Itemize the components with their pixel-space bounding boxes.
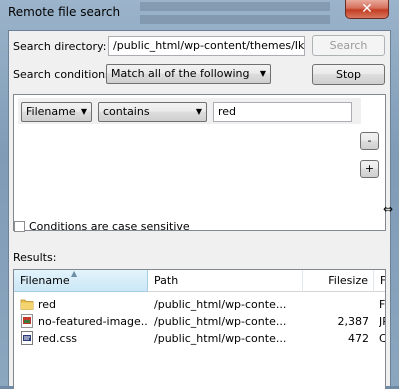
column-header-filetype[interactable]: Filetyp [374,270,385,292]
add-condition-button[interactable]: + [360,160,379,178]
case-sensitive-checkbox[interactable] [14,221,25,232]
conditions-dropdown-value: Match all of the following [111,67,250,80]
folder-icon [20,299,34,310]
condition-field-value: Filename [26,105,76,118]
window-title: Remote file search [8,5,121,19]
conditions-list: Filename ▼ contains ▼ red - + [13,94,386,231]
close-icon: ✕ [361,1,373,17]
row-path: /public_html/wp-conte... [154,315,287,328]
column-header-path[interactable]: Path [148,270,303,292]
search-button[interactable]: Search [312,35,385,56]
column-header-filesize[interactable]: Filesize [303,270,374,292]
row-filesize: 2,387 [337,315,370,328]
row-filetype: Casca [379,332,386,345]
search-directory-label: Search directory: [13,40,107,53]
row-path: /public_html/wp-conte... [154,298,287,311]
results-list[interactable]: ▲ Filename Path Filesize Filetyp red /pu… [13,269,386,389]
search-directory-input[interactable]: /public_html/wp-content/themes/Ikarus\ [108,36,305,56]
table-row[interactable]: red.css /public_html/wp-conte... 472 Cas… [14,330,386,347]
column-header-filename-label: Filename [20,274,70,287]
condition-value-input[interactable]: red [213,102,352,122]
results-label: Results: [13,251,57,264]
row-path: /public_html/wp-conte... [154,332,287,345]
resize-cursor-icon: ⇔ [383,202,394,216]
condition-field-dropdown[interactable]: Filename ▼ [21,102,92,122]
row-filesize [303,296,369,313]
condition-operator-value: contains [103,105,150,118]
table-row[interactable]: no-featured-image.... /public_html/wp-co… [14,313,385,330]
row-filetype: File fo [379,298,385,311]
close-button[interactable]: ✕ [345,0,389,19]
remove-condition-button[interactable]: - [360,132,379,150]
table-row[interactable]: red /public_html/wp-conte... File fo [14,296,385,313]
css-file-icon [21,331,33,345]
row-filename: no-featured-image.... [38,315,148,328]
sort-ascending-icon: ▲ [71,270,78,278]
case-sensitive-label: Conditions are case sensitive [29,220,190,233]
dialog-client: Search directory: /public_html/wp-conten… [8,30,391,389]
chevron-down-icon: ▼ [259,69,266,78]
row-filetype: JPG F [379,315,385,328]
jpg-file-icon [21,314,33,328]
search-conditions-label: Search conditions: [13,68,115,81]
column-header-filename[interactable]: ▲ Filename [14,270,148,292]
row-filename: red.css [38,332,78,345]
chevron-down-icon: ▼ [80,107,87,116]
background-window-blur [140,2,330,28]
row-filename: red [38,298,57,311]
conditions-dropdown[interactable]: Match all of the following ▼ [106,64,271,84]
window-frame: Remote file search ✕ Search directory: /… [0,0,399,389]
row-filesize: 472 [348,332,369,345]
chevron-down-icon: ▼ [195,107,202,116]
condition-operator-dropdown[interactable]: contains ▼ [98,102,207,122]
condition-row: Filename ▼ contains ▼ red [18,98,361,124]
stop-button[interactable]: Stop [312,64,385,85]
